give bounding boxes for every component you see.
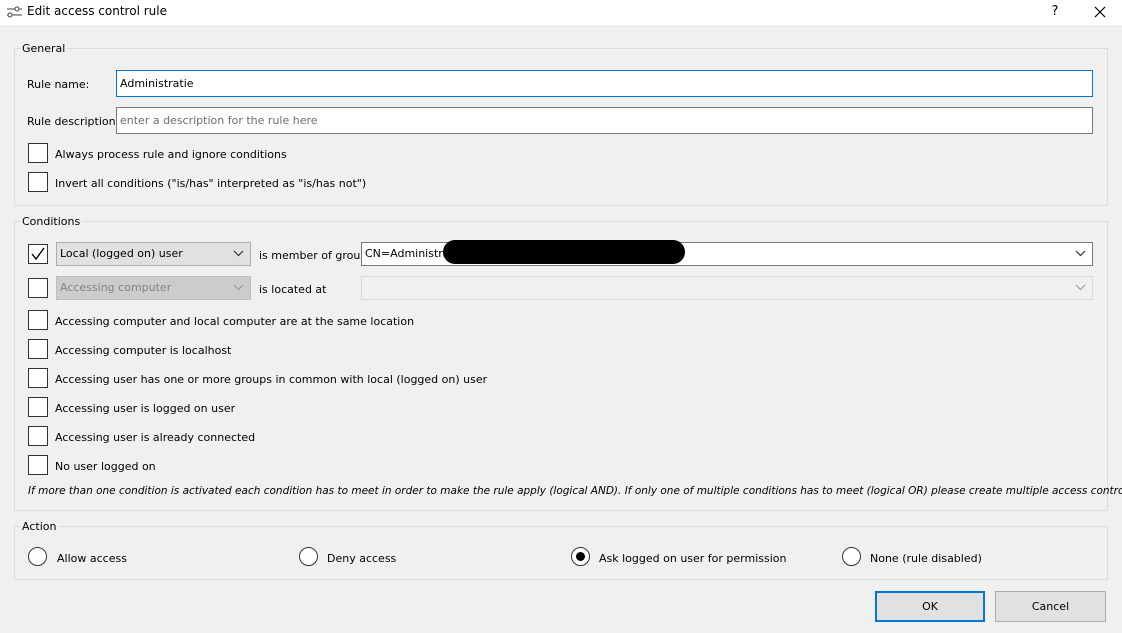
groups-in-common-label: Accessing user has one or more groups in…	[55, 373, 488, 386]
located-at-checkbox[interactable]	[28, 278, 48, 298]
already-connected-label: Accessing user is already connected	[55, 431, 256, 444]
redaction-mark	[443, 240, 685, 264]
no-user-logged-on-label: No user logged on	[55, 460, 156, 473]
already-connected-checkbox[interactable]	[28, 426, 48, 446]
conditions-group-label: Conditions	[20, 215, 83, 228]
rule-description-label: Rule description:	[27, 115, 120, 128]
radio-selected-dot	[576, 552, 585, 561]
always-process-checkbox[interactable]	[28, 143, 48, 163]
logged-on-user-label: Accessing user is logged on user	[55, 402, 236, 415]
located-relation-label: is located at	[259, 283, 327, 296]
rule-name-label: Rule name:	[27, 78, 90, 91]
no-user-logged-on-checkbox[interactable]	[28, 455, 48, 475]
same-location-label: Accessing computer and local computer ar…	[55, 315, 415, 328]
invert-conditions-label: Invert all conditions ("is/has" interpre…	[55, 177, 367, 190]
invert-conditions-checkbox[interactable]	[28, 172, 48, 192]
localhost-checkbox[interactable]	[28, 339, 48, 359]
none-rule-disabled-label: None (rule disabled)	[870, 552, 982, 565]
deny-access-label: Deny access	[327, 552, 397, 565]
close-button[interactable]	[1077, 0, 1122, 25]
chevron-down-icon	[1075, 284, 1086, 291]
member-relation-label: is member of group	[259, 249, 368, 262]
deny-access-radio[interactable]	[299, 547, 318, 566]
chevron-down-icon	[1075, 250, 1086, 257]
close-icon	[1094, 6, 1106, 18]
ok-button[interactable]: OK	[875, 591, 985, 622]
rule-description-input[interactable]	[116, 107, 1093, 134]
window-title: Edit access control rule	[27, 4, 167, 18]
located-subject-value: Accessing computer	[60, 281, 172, 294]
cancel-button[interactable]: Cancel	[995, 591, 1106, 622]
member-subject-value: Local (logged on) user	[60, 247, 183, 260]
checkmark-icon	[31, 247, 45, 261]
located-subject-dropdown[interactable]: Accessing computer	[56, 276, 251, 300]
logged-on-user-checkbox[interactable]	[28, 397, 48, 417]
chevron-down-icon	[233, 250, 244, 257]
chevron-down-icon	[233, 284, 244, 291]
member-of-group-checkbox[interactable]	[28, 244, 48, 264]
rule-name-input[interactable]	[116, 70, 1093, 97]
ask-permission-radio[interactable]	[571, 547, 590, 566]
location-dropdown[interactable]	[361, 276, 1093, 300]
localhost-label: Accessing computer is localhost	[55, 344, 232, 357]
conditions-note: If more than one condition is activated …	[28, 485, 1122, 497]
member-subject-dropdown[interactable]: Local (logged on) user	[56, 242, 251, 266]
action-group-label: Action	[20, 520, 59, 533]
none-rule-disabled-radio[interactable]	[842, 547, 861, 566]
allow-access-radio[interactable]	[28, 547, 47, 566]
always-process-label: Always process rule and ignore condition…	[55, 148, 287, 161]
general-group-label: General	[20, 42, 68, 55]
ask-permission-label: Ask logged on user for permission	[599, 552, 787, 565]
title-bar: Edit access control rule ?	[0, 0, 1122, 25]
rule-settings-icon	[6, 4, 23, 20]
groups-in-common-checkbox[interactable]	[28, 368, 48, 388]
same-location-checkbox[interactable]	[28, 310, 48, 330]
help-button[interactable]: ?	[1032, 0, 1078, 25]
allow-access-label: Allow access	[57, 552, 127, 565]
